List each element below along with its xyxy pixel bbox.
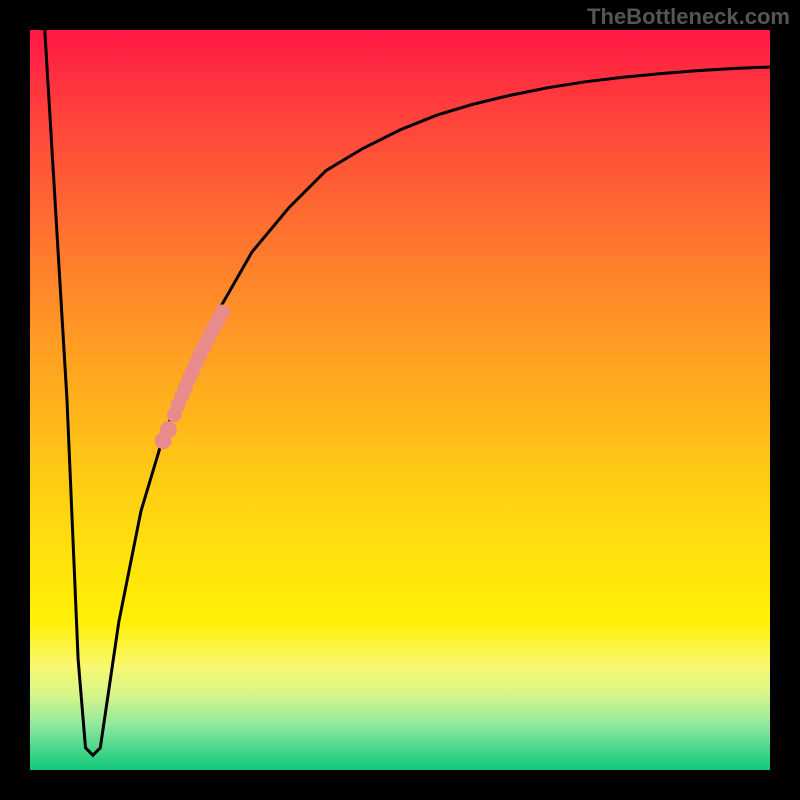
- highlight-dots-main: [167, 304, 230, 422]
- highlight-dots-lower: [155, 421, 177, 449]
- chart-svg: [30, 30, 770, 770]
- highlight-dot: [215, 304, 230, 319]
- bottleneck-curve: [45, 30, 770, 755]
- chart-plot-area: [30, 30, 770, 770]
- highlight-dot-large: [160, 421, 177, 438]
- watermark-text: TheBottleneck.com: [587, 4, 790, 30]
